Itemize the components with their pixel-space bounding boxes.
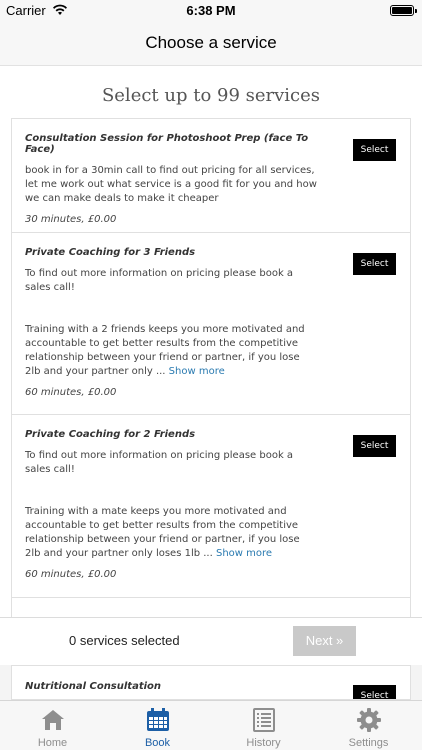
service-name: Private Coaching for 3 Friends	[25, 247, 196, 258]
tab-bar: Home Book History Settings	[0, 700, 422, 750]
tab-book[interactable]: Book	[105, 701, 210, 750]
service-duration-price: 30 minutes, £0.00	[25, 214, 117, 225]
clock: 6:38 PM	[186, 3, 236, 18]
show-more-link[interactable]: Show more	[169, 366, 225, 377]
page-title: Choose a service	[145, 33, 277, 52]
select-service-button[interactable]: Select	[353, 685, 396, 699]
service-card: Private Coaching for 2 Friends To find o…	[11, 414, 411, 598]
services-list[interactable]: Select up to 99 services Consultation Se…	[0, 66, 422, 617]
selected-count: 0 services selected	[69, 633, 180, 648]
service-description: To find out more information on pricing …	[25, 450, 300, 559]
show-more-link[interactable]: Show more	[216, 548, 272, 559]
navigation-bar: Choose a service	[0, 22, 422, 66]
service-card	[11, 597, 411, 617]
select-service-button[interactable]: Select	[353, 253, 396, 275]
tab-label: Settings	[348, 737, 389, 749]
gear-icon	[357, 708, 381, 732]
service-name: Nutritional Consultation	[25, 681, 162, 692]
service-description: book in for a 30min call to find out pri…	[25, 165, 317, 204]
services-heading: Select up to 99 services	[101, 85, 321, 106]
service-description: To find out more information on pricing …	[25, 268, 305, 377]
status-bar: Carrier 6:38 PM	[0, 0, 422, 22]
tab-settings[interactable]: Settings	[316, 701, 421, 750]
tab-history[interactable]: History	[211, 701, 316, 750]
service-duration-price: 60 minutes, £0.00	[25, 387, 117, 398]
select-service-button[interactable]: Select	[353, 139, 396, 161]
calendar-icon	[147, 708, 169, 731]
select-service-button[interactable]: Select	[353, 435, 396, 457]
history-icon	[253, 708, 275, 732]
home-icon	[42, 710, 64, 730]
battery-icon	[390, 5, 417, 16]
service-name: Private Coaching for 2 Friends	[25, 429, 196, 440]
tab-label: History	[246, 737, 281, 749]
service-card: Private Coaching for 3 Friends To find o…	[11, 232, 411, 415]
tab-label: Book	[144, 737, 171, 749]
service-duration-price: 60 minutes, £0.00	[25, 569, 117, 580]
tab-home[interactable]: Home	[0, 701, 105, 750]
service-name: Consultation Session for Photoshoot Prep…	[25, 133, 309, 155]
service-card: Nutritional Consultation Select	[11, 665, 411, 700]
selection-bar: 0 services selected Next »	[0, 617, 422, 665]
next-button[interactable]: Next »	[293, 626, 356, 656]
tab-label: Home	[37, 737, 68, 749]
service-card: Consultation Session for Photoshoot Prep…	[11, 118, 411, 233]
